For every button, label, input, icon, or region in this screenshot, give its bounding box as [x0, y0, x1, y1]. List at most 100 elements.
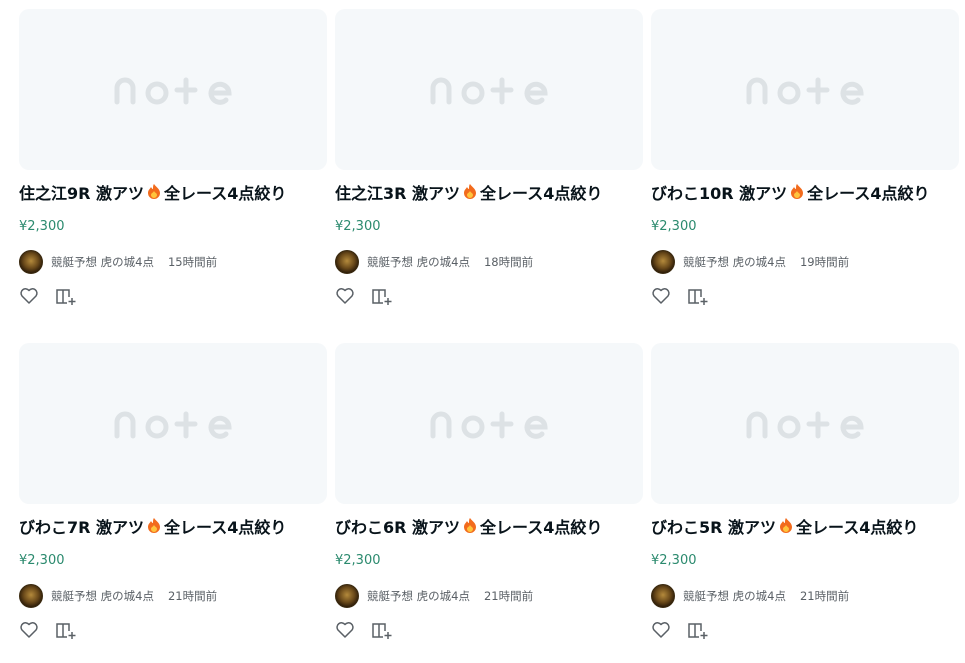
author-name[interactable]: 競艇予想 虎の城4点: [51, 254, 154, 270]
note-card[interactable]: びわこ5R 激アツ 全レース4点絞り ¥2,300 競艇予想 虎の城4点 21時…: [651, 343, 959, 641]
price: ¥2,300: [651, 219, 697, 234]
price: ¥2,300: [335, 553, 381, 568]
heart-icon: [652, 288, 670, 304]
thumbnail[interactable]: [651, 343, 959, 504]
thumbnail[interactable]: [19, 343, 327, 504]
add-to-magazine-button[interactable]: [371, 620, 393, 640]
note-card[interactable]: びわこ10R 激アツ 全レース4点絞り ¥2,300 競艇予想 虎の城4点 19…: [651, 9, 959, 307]
add-to-magazine-button[interactable]: [687, 620, 709, 640]
title-suffix: 全レース4点絞り: [480, 184, 603, 203]
timestamp: 21時間前: [167, 589, 218, 603]
fire-icon: [779, 517, 793, 539]
title-text: 住之江9R 激アツ: [19, 184, 145, 203]
card-actions: [651, 619, 959, 641]
fire-icon: [463, 517, 477, 539]
card-actions: [651, 285, 959, 307]
thumbnail[interactable]: [19, 9, 327, 170]
price: ¥2,300: [651, 553, 697, 568]
note-card[interactable]: 住之江3R 激アツ 全レース4点絞り ¥2,300 競艇予想 虎の城4点 18時…: [335, 9, 643, 307]
heart-icon: [652, 622, 670, 638]
magazine-add-icon: [688, 623, 708, 639]
title-suffix: 全レース4点絞り: [164, 184, 287, 203]
timestamp: 19時間前: [799, 255, 850, 269]
card-title[interactable]: びわこ10R 激アツ 全レース4点絞り: [651, 183, 959, 205]
avatar[interactable]: [335, 250, 359, 274]
note-card[interactable]: びわこ6R 激アツ 全レース4点絞り ¥2,300 競艇予想 虎の城4点 21時…: [335, 343, 643, 641]
card-actions: [19, 285, 327, 307]
avatar[interactable]: [335, 584, 359, 608]
card-title[interactable]: びわこ5R 激アツ 全レース4点絞り: [651, 517, 959, 539]
heart-icon: [20, 288, 38, 304]
like-button[interactable]: [19, 620, 39, 640]
note-card[interactable]: びわこ7R 激アツ 全レース4点絞り ¥2,300 競艇予想 虎の城4点 21時…: [19, 343, 327, 641]
card-title[interactable]: 住之江9R 激アツ 全レース4点絞り: [19, 183, 327, 205]
card-actions: [19, 619, 327, 641]
card-title[interactable]: びわこ6R 激アツ 全レース4点絞り: [335, 517, 643, 539]
like-button[interactable]: [651, 620, 671, 640]
title-suffix: 全レース4点絞り: [807, 184, 930, 203]
price: ¥2,300: [19, 553, 65, 568]
note-logo-placeholder-icon: [430, 77, 548, 105]
fire-icon: [790, 183, 804, 205]
title-text: びわこ6R 激アツ: [335, 518, 461, 537]
note-card-grid: 住之江9R 激アツ 全レース4点絞り ¥2,300 競艇予想 虎の城4点 15時…: [0, 0, 965, 663]
add-to-magazine-button[interactable]: [55, 620, 77, 640]
card-meta: 競艇予想 虎の城4点 19時間前: [651, 249, 959, 275]
timestamp: 18時間前: [483, 255, 534, 269]
title-suffix: 全レース4点絞り: [164, 518, 287, 537]
author-name[interactable]: 競艇予想 虎の城4点: [367, 254, 470, 270]
title-text: 住之江3R 激アツ: [335, 184, 461, 203]
author-name[interactable]: 競艇予想 虎の城4点: [51, 588, 154, 604]
title-suffix: 全レース4点絞り: [480, 518, 603, 537]
note-logo-placeholder-icon: [114, 411, 232, 439]
avatar[interactable]: [651, 584, 675, 608]
fire-icon: [463, 183, 477, 205]
like-button[interactable]: [19, 286, 39, 306]
author-name[interactable]: 競艇予想 虎の城4点: [683, 254, 786, 270]
card-actions: [335, 619, 643, 641]
note-logo-placeholder-icon: [746, 411, 864, 439]
avatar[interactable]: [19, 250, 43, 274]
add-to-magazine-button[interactable]: [687, 286, 709, 306]
magazine-add-icon: [688, 289, 708, 305]
magazine-add-icon: [56, 623, 76, 639]
add-to-magazine-button[interactable]: [55, 286, 77, 306]
author-name[interactable]: 競艇予想 虎の城4点: [683, 588, 786, 604]
thumbnail[interactable]: [335, 343, 643, 504]
heart-icon: [336, 622, 354, 638]
timestamp: 21時間前: [483, 589, 534, 603]
title-text: びわこ10R 激アツ: [651, 184, 788, 203]
card-title[interactable]: 住之江3R 激アツ 全レース4点絞り: [335, 183, 643, 205]
card-meta: 競艇予想 虎の城4点 15時間前: [19, 249, 327, 275]
card-title[interactable]: びわこ7R 激アツ 全レース4点絞り: [19, 517, 327, 539]
author-name[interactable]: 競艇予想 虎の城4点: [367, 588, 470, 604]
timestamp: 15時間前: [167, 255, 218, 269]
avatar[interactable]: [651, 250, 675, 274]
thumbnail[interactable]: [651, 9, 959, 170]
fire-icon: [147, 183, 161, 205]
price: ¥2,300: [19, 219, 65, 234]
add-to-magazine-button[interactable]: [371, 286, 393, 306]
note-logo-placeholder-icon: [746, 77, 864, 105]
like-button[interactable]: [335, 620, 355, 640]
card-meta: 競艇予想 虎の城4点 21時間前: [19, 583, 327, 609]
like-button[interactable]: [335, 286, 355, 306]
card-meta: 競艇予想 虎の城4点 18時間前: [335, 249, 643, 275]
avatar[interactable]: [19, 584, 43, 608]
price: ¥2,300: [335, 219, 381, 234]
magazine-add-icon: [372, 623, 392, 639]
thumbnail[interactable]: [335, 9, 643, 170]
card-meta: 競艇予想 虎の城4点 21時間前: [335, 583, 643, 609]
like-button[interactable]: [651, 286, 671, 306]
fire-icon: [147, 517, 161, 539]
title-text: びわこ5R 激アツ: [651, 518, 777, 537]
card-meta: 競艇予想 虎の城4点 21時間前: [651, 583, 959, 609]
title-suffix: 全レース4点絞り: [796, 518, 919, 537]
magazine-add-icon: [372, 289, 392, 305]
heart-icon: [20, 622, 38, 638]
note-logo-placeholder-icon: [114, 77, 232, 105]
card-actions: [335, 285, 643, 307]
note-card[interactable]: 住之江9R 激アツ 全レース4点絞り ¥2,300 競艇予想 虎の城4点 15時…: [19, 9, 327, 307]
magazine-add-icon: [56, 289, 76, 305]
title-text: びわこ7R 激アツ: [19, 518, 145, 537]
